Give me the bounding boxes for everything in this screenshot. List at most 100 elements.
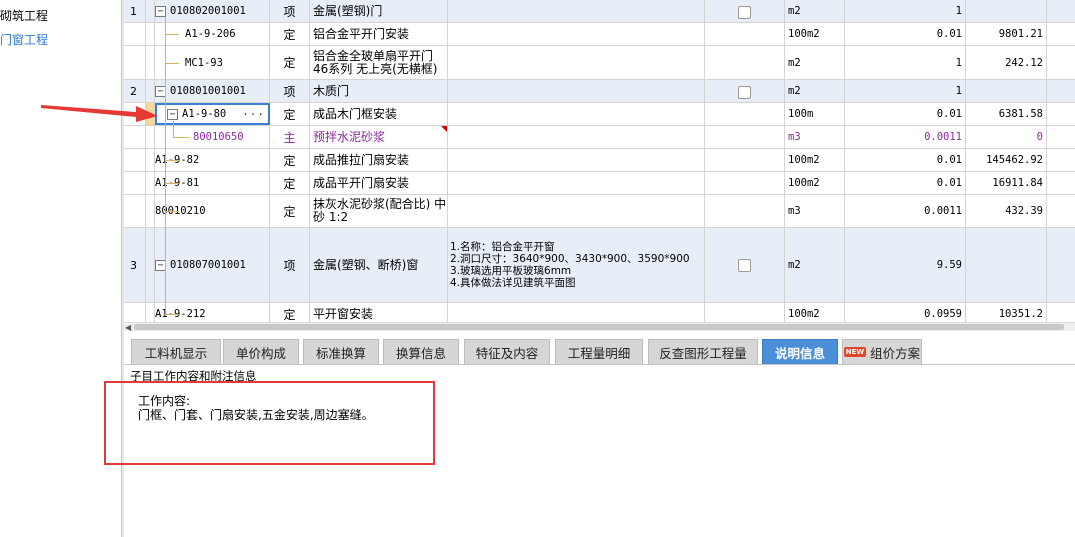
type-cell[interactable]: 项 bbox=[270, 0, 310, 22]
price-cell[interactable]: 9801.21 bbox=[966, 23, 1047, 45]
quantity-cell[interactable]: 0.0011 bbox=[845, 195, 966, 227]
code-cell[interactable]: A1-9-212 bbox=[155, 303, 270, 322]
unit-cell[interactable]: 100m2 bbox=[785, 303, 845, 322]
features-cell[interactable] bbox=[448, 195, 705, 227]
table-row[interactable]: 80010650 主 预拌水泥砂浆 m3 0.0011 0 bbox=[124, 126, 1075, 149]
type-cell[interactable]: 定 bbox=[270, 195, 310, 227]
name-cell[interactable]: 成品平开门扇安装 bbox=[310, 172, 448, 194]
name-cell[interactable]: 金属(塑钢)门 bbox=[310, 0, 448, 22]
features-cell[interactable] bbox=[448, 0, 705, 22]
features-cell[interactable] bbox=[448, 149, 705, 171]
type-cell[interactable]: 定 bbox=[270, 303, 310, 322]
price-cell[interactable] bbox=[966, 228, 1047, 302]
table-row-selected[interactable]: − A1-9-80 ··· 定 成品木门框安装 100m 0.01 6381.58 bbox=[124, 103, 1075, 126]
type-cell[interactable]: 定 bbox=[270, 149, 310, 171]
price-cell[interactable]: 242.12 bbox=[966, 46, 1047, 79]
unit-cell[interactable]: 100m2 bbox=[785, 23, 845, 45]
row-checkbox[interactable] bbox=[738, 258, 751, 272]
type-cell[interactable]: 项 bbox=[270, 228, 310, 302]
tab-labor-material-machine[interactable]: 工料机显示 bbox=[131, 339, 221, 364]
type-cell[interactable]: 主 bbox=[270, 126, 310, 148]
code-cell[interactable]: −010801001001 bbox=[155, 80, 270, 102]
table-row[interactable]: A1-9-81 定 成品平开门扇安装 100m2 0.01 16911.84 bbox=[124, 172, 1075, 195]
unit-cell[interactable]: m2 bbox=[785, 46, 845, 79]
quantity-cell[interactable]: 0.01 bbox=[845, 172, 966, 194]
row-checkbox[interactable] bbox=[738, 6, 751, 19]
features-cell[interactable] bbox=[448, 46, 705, 79]
table-row[interactable]: 2 −010801001001 项 木质门 m2 1 bbox=[124, 80, 1075, 103]
type-cell[interactable]: 定 bbox=[270, 172, 310, 194]
name-cell[interactable]: 铝合金平开门安装 bbox=[310, 23, 448, 45]
row-checkbox[interactable] bbox=[738, 86, 751, 99]
price-cell[interactable]: 10351.2 bbox=[966, 303, 1047, 322]
price-cell[interactable]: 432.39 bbox=[966, 195, 1047, 227]
name-cell[interactable]: 抹灰水泥砂浆(配合比) 中砂 1:2 bbox=[310, 195, 448, 227]
quantity-cell[interactable]: 0.0011 bbox=[845, 126, 966, 148]
unit-cell[interactable]: 100m2 bbox=[785, 149, 845, 171]
table-row[interactable]: A1-9-206 定 铝合金平开门安装 100m2 0.01 9801.21 bbox=[124, 23, 1075, 46]
type-cell[interactable]: 定 bbox=[270, 103, 310, 125]
name-cell[interactable]: 成品推拉门扇安装 bbox=[310, 149, 448, 171]
table-row[interactable]: A1-9-82 定 成品推拉门扇安装 100m2 0.01 145462.92 bbox=[124, 149, 1075, 172]
features-cell[interactable] bbox=[448, 103, 705, 125]
code-cell[interactable]: −010807001001 bbox=[155, 228, 270, 302]
price-cell[interactable] bbox=[966, 0, 1047, 22]
quantity-cell[interactable]: 1 bbox=[845, 0, 966, 22]
unit-cell[interactable]: 100m bbox=[785, 103, 845, 125]
tab-pricing-scheme[interactable]: NEW 组价方案 bbox=[842, 339, 922, 364]
quantity-cell[interactable]: 1 bbox=[845, 80, 966, 102]
scrollbar-thumb[interactable] bbox=[134, 324, 1064, 330]
features-cell[interactable] bbox=[448, 303, 705, 322]
unit-cell[interactable]: m3 bbox=[785, 195, 845, 227]
table-row[interactable]: 80010210 定 抹灰水泥砂浆(配合比) 中砂 1:2 m3 0.0011 … bbox=[124, 195, 1075, 228]
name-cell[interactable]: 成品木门框安装 bbox=[310, 103, 448, 125]
quantity-cell[interactable]: 0.01 bbox=[845, 149, 966, 171]
tab-features-content[interactable]: 特征及内容 bbox=[464, 339, 550, 364]
horizontal-scrollbar[interactable]: ◀ bbox=[124, 322, 1075, 332]
tab-unit-price-composition[interactable]: 单价构成 bbox=[223, 339, 299, 364]
price-cell[interactable]: 0 bbox=[966, 126, 1047, 148]
table-row[interactable]: MC1-93 定 铝合金全玻单扇平开门46系列 无上亮(无横框) m2 1 24… bbox=[124, 46, 1075, 80]
features-cell[interactable]: 1.名称：铝合金平开窗 2.洞口尺寸：3640*900、3430*900、359… bbox=[448, 228, 705, 302]
collapse-icon[interactable]: − bbox=[155, 5, 166, 17]
unit-cell[interactable]: m2 bbox=[785, 0, 845, 22]
features-cell[interactable] bbox=[448, 23, 705, 45]
features-cell[interactable] bbox=[448, 126, 705, 148]
table-row[interactable]: 3 −010807001001 项 金属(塑钢、断桥)窗 1.名称：铝合金平开窗… bbox=[124, 228, 1075, 303]
quantity-cell[interactable]: 0.01 bbox=[845, 23, 966, 45]
quantity-cell[interactable]: 0.0959 bbox=[845, 303, 966, 322]
price-cell[interactable]: 6381.58 bbox=[966, 103, 1047, 125]
unit-cell[interactable]: m2 bbox=[785, 228, 845, 302]
type-cell[interactable]: 定 bbox=[270, 46, 310, 79]
tab-quantity-detail[interactable]: 工程量明细 bbox=[555, 339, 643, 364]
name-cell[interactable]: 平开窗安装 bbox=[310, 303, 448, 322]
tab-reverse-graphic-quantity[interactable]: 反查图形工程量 bbox=[648, 339, 758, 364]
name-cell[interactable]: 金属(塑钢、断桥)窗 bbox=[310, 228, 448, 302]
type-cell[interactable]: 项 bbox=[270, 80, 310, 102]
unit-cell[interactable]: m3 bbox=[785, 126, 845, 148]
tab-conversion-info[interactable]: 换算信息 bbox=[383, 339, 459, 364]
quantity-cell[interactable]: 0.01 bbox=[845, 103, 966, 125]
more-options-icon[interactable]: ··· bbox=[242, 108, 265, 121]
name-cell[interactable]: 铝合金全玻单扇平开门46系列 无上亮(无横框) bbox=[310, 46, 448, 79]
features-cell[interactable] bbox=[448, 172, 705, 194]
features-cell[interactable] bbox=[448, 80, 705, 102]
quantity-cell[interactable]: 1 bbox=[845, 46, 966, 79]
name-cell[interactable]: 木质门 bbox=[310, 80, 448, 102]
unit-cell[interactable]: m2 bbox=[785, 80, 845, 102]
code-cell[interactable]: −010802001001 bbox=[155, 0, 270, 22]
table-row[interactable]: 1 −010802001001 项 金属(塑钢)门 m2 1 bbox=[124, 0, 1075, 23]
name-cell[interactable]: 预拌水泥砂浆 bbox=[310, 126, 448, 148]
tree-node-doors-windows[interactable]: 门窗工程 bbox=[0, 31, 48, 48]
type-cell[interactable]: 定 bbox=[270, 23, 310, 45]
tab-standard-conversion[interactable]: 标准换算 bbox=[303, 339, 379, 364]
collapse-icon[interactable]: − bbox=[167, 108, 178, 120]
tree-node-masonry[interactable]: 砌筑工程 bbox=[0, 7, 48, 24]
quantity-cell[interactable]: 9.59 bbox=[845, 228, 966, 302]
tab-description-info[interactable]: 说明信息 bbox=[762, 339, 838, 364]
price-cell[interactable]: 145462.92 bbox=[966, 149, 1047, 171]
price-cell[interactable]: 16911.84 bbox=[966, 172, 1047, 194]
table-row[interactable]: A1-9-212 定 平开窗安装 100m2 0.0959 10351.2 bbox=[124, 303, 1075, 322]
unit-cell[interactable]: 100m2 bbox=[785, 172, 845, 194]
price-cell[interactable] bbox=[966, 80, 1047, 102]
